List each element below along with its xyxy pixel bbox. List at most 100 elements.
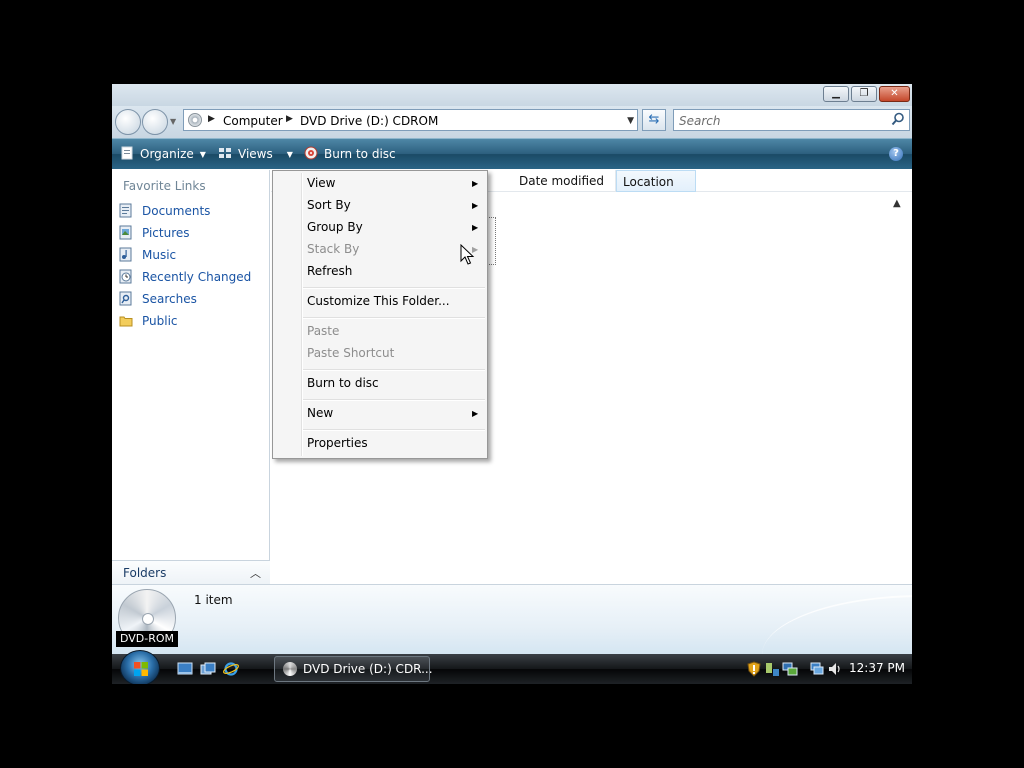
mouse-cursor-icon [460, 244, 475, 265]
nav-item-label: Pictures [142, 226, 190, 240]
burn-to-disc-button[interactable]: Burn to disc [304, 146, 396, 162]
burn-to-disc-label: Burn to disc [324, 147, 396, 161]
search-icon[interactable] [891, 112, 905, 126]
internet-explorer-icon[interactable] [223, 662, 239, 676]
folders-label: Folders [123, 566, 167, 580]
show-desktop-icon[interactable] [177, 662, 193, 676]
menu-item-stack-by[interactable]: Stack By [307, 242, 359, 262]
details-pane: DVD-ROM 1 item [112, 584, 912, 654]
context-menu: View ▶ Sort By ▶ Group By ▶ Stack By ▶ R… [272, 170, 488, 459]
refresh-button[interactable]: ⇆ [642, 109, 666, 131]
menu-item-refresh[interactable]: Refresh [307, 264, 352, 284]
nav-item-searches[interactable]: Searches [119, 289, 267, 309]
public-folder-icon [119, 316, 133, 327]
navigation-bar: ▼ ▶ Computer ▶ DVD Drive (D:) CDROM ▼ ⇆ … [112, 106, 912, 138]
command-bar: Organize ▼ Views ▼ Burn to disc ? [112, 138, 912, 169]
menu-separator [303, 369, 485, 371]
close-icon: ✕ [890, 88, 899, 99]
searches-icon [119, 291, 132, 306]
views-icon [219, 148, 231, 158]
nav-item-recently-changed[interactable]: Recently Changed [119, 267, 267, 287]
menu-separator [303, 317, 485, 319]
views-dropdown-icon: ▼ [286, 150, 293, 159]
navigation-pane: Favorite Links Documents Pictures Music … [112, 170, 270, 584]
title-bar: ▁ ❐ ✕ [112, 84, 912, 106]
views-button[interactable]: Views ▼ [218, 146, 293, 162]
breadcrumb-computer[interactable]: Computer [223, 114, 283, 128]
search-input[interactable]: Search [673, 109, 910, 131]
menu-item-customize-folder[interactable]: Customize This Folder... [307, 294, 450, 314]
nav-item-label: Searches [142, 292, 197, 306]
menu-item-group-by[interactable]: Group By [307, 220, 363, 240]
maximize-button[interactable]: ❐ [851, 86, 877, 102]
breadcrumb-separator-icon[interactable]: ▶ [286, 114, 293, 124]
submenu-arrow-icon: ▶ [472, 179, 479, 188]
taskbar-button-dvd-drive[interactable]: DVD Drive (D:) CDR... [274, 656, 433, 682]
close-button[interactable]: ✕ [879, 86, 910, 102]
views-label: Views [238, 147, 273, 161]
volume-icon[interactable] [827, 661, 843, 677]
taskbar: DVD Drive (D:) CDR... 12:37 PM [112, 650, 912, 684]
address-bar[interactable]: ▶ Computer ▶ DVD Drive (D:) CDROM ▼ [183, 109, 638, 131]
menu-separator [303, 429, 485, 431]
help-icon[interactable]: ? [889, 147, 903, 161]
nav-item-label: Documents [142, 204, 211, 218]
drive-type-label: DVD-ROM [116, 631, 178, 647]
menu-item-paste-shortcut[interactable]: Paste Shortcut [307, 346, 394, 366]
documents-icon [119, 203, 132, 218]
nav-item-pictures[interactable]: Pictures [119, 223, 267, 243]
recently-changed-icon [119, 269, 132, 284]
submenu-arrow-icon: ▶ [472, 223, 479, 232]
start-button[interactable] [120, 650, 160, 684]
submenu-arrow-icon: ▶ [472, 409, 479, 418]
security-shield-icon[interactable] [746, 661, 762, 677]
menu-item-sort-by[interactable]: Sort By [307, 198, 351, 218]
menu-item-properties[interactable]: Properties [307, 436, 368, 456]
favorite-links-heading: Favorite Links [123, 179, 206, 193]
menu-item-paste[interactable]: Paste [307, 324, 339, 344]
address-dropdown-icon[interactable]: ▼ [627, 116, 634, 126]
item-count: 1 item [194, 593, 233, 607]
explorer-window: ▁ ❐ ✕ ▼ ▶ Computer ▶ DVD Drive (D:) CDRO… [112, 84, 912, 684]
refresh-icon: ⇆ [648, 112, 660, 127]
nav-item-label: Public [142, 314, 178, 328]
organize-icon [121, 146, 133, 160]
maximize-icon: ❐ [859, 88, 869, 99]
nav-item-label: Music [142, 248, 177, 262]
focus-rectangle [489, 217, 496, 265]
breadcrumb-separator-icon[interactable]: ▶ [208, 114, 215, 124]
organize-button[interactable]: Organize ▼ [120, 146, 206, 162]
folders-toggle[interactable]: Folders ︿ [112, 560, 270, 584]
column-header-date-modified[interactable]: Date modified [513, 170, 616, 192]
minimize-icon: ▁ [832, 88, 840, 99]
column-header-location[interactable]: Location [616, 170, 696, 192]
back-button[interactable] [115, 109, 141, 135]
minimize-button[interactable]: ▁ [823, 86, 849, 102]
windows-update-icon[interactable] [764, 661, 780, 677]
nav-item-public[interactable]: Public [119, 311, 267, 331]
network-connection-icon[interactable] [809, 661, 825, 677]
search-placeholder: Search [679, 114, 721, 128]
nav-item-documents[interactable]: Documents [119, 201, 267, 221]
forward-button[interactable] [142, 109, 168, 135]
drive-icon [188, 113, 202, 127]
switch-windows-icon[interactable] [200, 662, 216, 676]
nav-item-music[interactable]: Music [119, 245, 267, 265]
disc-hole [142, 613, 154, 625]
collapse-group-chevron-icon[interactable]: ▲ [893, 198, 901, 209]
menu-item-view[interactable]: View [307, 176, 335, 196]
dvd-drive-icon [283, 662, 297, 676]
decorative-swoosh [762, 595, 912, 655]
menu-separator [303, 399, 485, 401]
windows-logo-icon [134, 662, 148, 676]
recent-pages-chevron-icon[interactable]: ▼ [170, 117, 176, 126]
menu-item-burn-to-disc[interactable]: Burn to disc [307, 376, 379, 396]
system-clock[interactable]: 12:37 PM [849, 661, 905, 675]
menu-item-new[interactable]: New [307, 406, 333, 426]
breadcrumb-dvd-drive[interactable]: DVD Drive (D:) CDROM [300, 114, 438, 128]
chevron-up-icon: ︿ [250, 567, 261, 580]
network-status-icon[interactable] [782, 661, 798, 677]
taskbar-button-label: DVD Drive (D:) CDR... [303, 662, 433, 676]
music-icon [119, 247, 132, 262]
organize-dropdown-icon: ▼ [199, 150, 206, 159]
